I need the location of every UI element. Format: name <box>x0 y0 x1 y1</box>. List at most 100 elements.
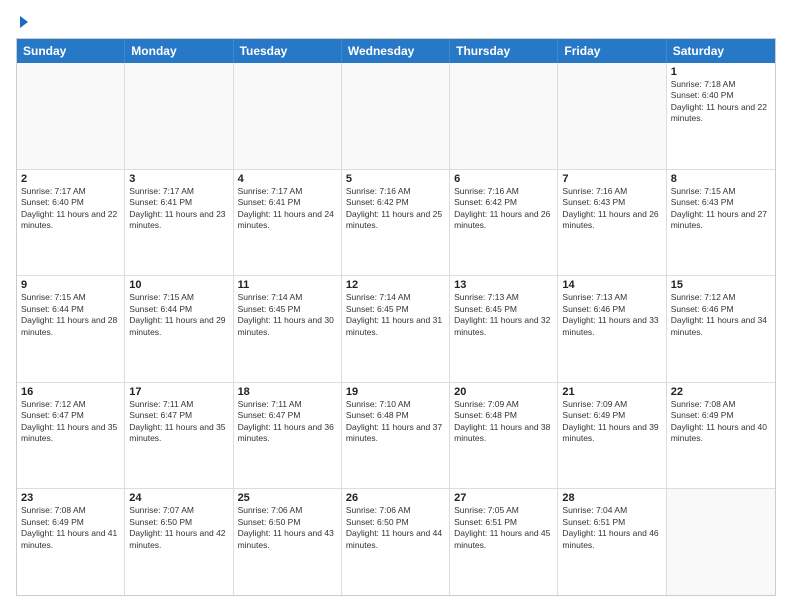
logo-blue <box>16 16 28 28</box>
day-info: Sunrise: 7:09 AM Sunset: 6:48 PM Dayligh… <box>454 399 553 445</box>
day-info: Sunrise: 7:07 AM Sunset: 6:50 PM Dayligh… <box>129 505 228 551</box>
calendar-header-day: Monday <box>125 39 233 63</box>
day-info: Sunrise: 7:11 AM Sunset: 6:47 PM Dayligh… <box>129 399 228 445</box>
day-number: 6 <box>454 173 553 185</box>
day-number: 26 <box>346 492 445 504</box>
calendar-cell: 7Sunrise: 7:16 AM Sunset: 6:43 PM Daylig… <box>558 170 666 276</box>
calendar-cell: 9Sunrise: 7:15 AM Sunset: 6:44 PM Daylig… <box>17 276 125 382</box>
day-info: Sunrise: 7:15 AM Sunset: 6:44 PM Dayligh… <box>129 292 228 338</box>
day-info: Sunrise: 7:16 AM Sunset: 6:43 PM Dayligh… <box>562 186 661 232</box>
calendar-cell: 17Sunrise: 7:11 AM Sunset: 6:47 PM Dayli… <box>125 383 233 489</box>
day-info: Sunrise: 7:17 AM Sunset: 6:40 PM Dayligh… <box>21 186 120 232</box>
day-number: 15 <box>671 279 771 291</box>
day-number: 7 <box>562 173 661 185</box>
calendar-cell: 16Sunrise: 7:12 AM Sunset: 6:47 PM Dayli… <box>17 383 125 489</box>
logo <box>16 16 28 28</box>
calendar-cell: 19Sunrise: 7:10 AM Sunset: 6:48 PM Dayli… <box>342 383 450 489</box>
day-number: 1 <box>671 66 771 78</box>
calendar-cell: 1Sunrise: 7:18 AM Sunset: 6:40 PM Daylig… <box>667 63 775 169</box>
calendar-cell <box>667 489 775 595</box>
header <box>16 16 776 28</box>
day-info: Sunrise: 7:06 AM Sunset: 6:50 PM Dayligh… <box>238 505 337 551</box>
calendar-cell: 23Sunrise: 7:08 AM Sunset: 6:49 PM Dayli… <box>17 489 125 595</box>
day-number: 9 <box>21 279 120 291</box>
day-number: 13 <box>454 279 553 291</box>
calendar-header-day: Thursday <box>450 39 558 63</box>
calendar-header-day: Wednesday <box>342 39 450 63</box>
calendar-cell: 28Sunrise: 7:04 AM Sunset: 6:51 PM Dayli… <box>558 489 666 595</box>
calendar-cell: 21Sunrise: 7:09 AM Sunset: 6:49 PM Dayli… <box>558 383 666 489</box>
calendar-cell: 15Sunrise: 7:12 AM Sunset: 6:46 PM Dayli… <box>667 276 775 382</box>
calendar-cell <box>234 63 342 169</box>
day-number: 21 <box>562 386 661 398</box>
day-number: 14 <box>562 279 661 291</box>
day-info: Sunrise: 7:18 AM Sunset: 6:40 PM Dayligh… <box>671 79 771 125</box>
calendar-header-day: Friday <box>558 39 666 63</box>
day-info: Sunrise: 7:10 AM Sunset: 6:48 PM Dayligh… <box>346 399 445 445</box>
day-info: Sunrise: 7:12 AM Sunset: 6:46 PM Dayligh… <box>671 292 771 338</box>
day-number: 19 <box>346 386 445 398</box>
day-info: Sunrise: 7:15 AM Sunset: 6:43 PM Dayligh… <box>671 186 771 232</box>
calendar-header-day: Tuesday <box>234 39 342 63</box>
day-info: Sunrise: 7:12 AM Sunset: 6:47 PM Dayligh… <box>21 399 120 445</box>
day-info: Sunrise: 7:08 AM Sunset: 6:49 PM Dayligh… <box>21 505 120 551</box>
calendar-header-day: Saturday <box>667 39 775 63</box>
day-number: 20 <box>454 386 553 398</box>
calendar-cell <box>450 63 558 169</box>
day-info: Sunrise: 7:13 AM Sunset: 6:45 PM Dayligh… <box>454 292 553 338</box>
day-info: Sunrise: 7:08 AM Sunset: 6:49 PM Dayligh… <box>671 399 771 445</box>
calendar-cell: 2Sunrise: 7:17 AM Sunset: 6:40 PM Daylig… <box>17 170 125 276</box>
calendar-cell: 12Sunrise: 7:14 AM Sunset: 6:45 PM Dayli… <box>342 276 450 382</box>
day-number: 16 <box>21 386 120 398</box>
day-number: 22 <box>671 386 771 398</box>
day-number: 11 <box>238 279 337 291</box>
logo-arrow-icon <box>20 16 28 28</box>
calendar-cell: 20Sunrise: 7:09 AM Sunset: 6:48 PM Dayli… <box>450 383 558 489</box>
calendar-cell: 27Sunrise: 7:05 AM Sunset: 6:51 PM Dayli… <box>450 489 558 595</box>
calendar-body: 1Sunrise: 7:18 AM Sunset: 6:40 PM Daylig… <box>17 63 775 595</box>
calendar-cell: 14Sunrise: 7:13 AM Sunset: 6:46 PM Dayli… <box>558 276 666 382</box>
calendar-cell: 8Sunrise: 7:15 AM Sunset: 6:43 PM Daylig… <box>667 170 775 276</box>
day-number: 25 <box>238 492 337 504</box>
day-info: Sunrise: 7:04 AM Sunset: 6:51 PM Dayligh… <box>562 505 661 551</box>
calendar-cell: 5Sunrise: 7:16 AM Sunset: 6:42 PM Daylig… <box>342 170 450 276</box>
day-number: 18 <box>238 386 337 398</box>
calendar-cell: 13Sunrise: 7:13 AM Sunset: 6:45 PM Dayli… <box>450 276 558 382</box>
calendar-cell: 11Sunrise: 7:14 AM Sunset: 6:45 PM Dayli… <box>234 276 342 382</box>
calendar-cell <box>558 63 666 169</box>
calendar-week-row: 23Sunrise: 7:08 AM Sunset: 6:49 PM Dayli… <box>17 489 775 595</box>
day-number: 8 <box>671 173 771 185</box>
calendar-week-row: 16Sunrise: 7:12 AM Sunset: 6:47 PM Dayli… <box>17 383 775 490</box>
day-number: 23 <box>21 492 120 504</box>
calendar-cell: 25Sunrise: 7:06 AM Sunset: 6:50 PM Dayli… <box>234 489 342 595</box>
calendar-week-row: 2Sunrise: 7:17 AM Sunset: 6:40 PM Daylig… <box>17 170 775 277</box>
calendar-week-row: 9Sunrise: 7:15 AM Sunset: 6:44 PM Daylig… <box>17 276 775 383</box>
day-info: Sunrise: 7:13 AM Sunset: 6:46 PM Dayligh… <box>562 292 661 338</box>
day-info: Sunrise: 7:05 AM Sunset: 6:51 PM Dayligh… <box>454 505 553 551</box>
day-info: Sunrise: 7:16 AM Sunset: 6:42 PM Dayligh… <box>454 186 553 232</box>
day-info: Sunrise: 7:11 AM Sunset: 6:47 PM Dayligh… <box>238 399 337 445</box>
calendar-cell: 22Sunrise: 7:08 AM Sunset: 6:49 PM Dayli… <box>667 383 775 489</box>
calendar-header: SundayMondayTuesdayWednesdayThursdayFrid… <box>17 39 775 63</box>
day-number: 28 <box>562 492 661 504</box>
day-number: 3 <box>129 173 228 185</box>
day-info: Sunrise: 7:16 AM Sunset: 6:42 PM Dayligh… <box>346 186 445 232</box>
calendar-cell: 10Sunrise: 7:15 AM Sunset: 6:44 PM Dayli… <box>125 276 233 382</box>
day-number: 5 <box>346 173 445 185</box>
calendar-cell: 4Sunrise: 7:17 AM Sunset: 6:41 PM Daylig… <box>234 170 342 276</box>
calendar-cell: 18Sunrise: 7:11 AM Sunset: 6:47 PM Dayli… <box>234 383 342 489</box>
calendar-cell <box>125 63 233 169</box>
day-number: 17 <box>129 386 228 398</box>
day-info: Sunrise: 7:09 AM Sunset: 6:49 PM Dayligh… <box>562 399 661 445</box>
day-info: Sunrise: 7:17 AM Sunset: 6:41 PM Dayligh… <box>129 186 228 232</box>
calendar-cell: 3Sunrise: 7:17 AM Sunset: 6:41 PM Daylig… <box>125 170 233 276</box>
day-number: 10 <box>129 279 228 291</box>
calendar-cell: 26Sunrise: 7:06 AM Sunset: 6:50 PM Dayli… <box>342 489 450 595</box>
calendar-cell: 6Sunrise: 7:16 AM Sunset: 6:42 PM Daylig… <box>450 170 558 276</box>
day-number: 12 <box>346 279 445 291</box>
day-info: Sunrise: 7:06 AM Sunset: 6:50 PM Dayligh… <box>346 505 445 551</box>
day-info: Sunrise: 7:17 AM Sunset: 6:41 PM Dayligh… <box>238 186 337 232</box>
day-info: Sunrise: 7:15 AM Sunset: 6:44 PM Dayligh… <box>21 292 120 338</box>
day-number: 4 <box>238 173 337 185</box>
calendar-cell: 24Sunrise: 7:07 AM Sunset: 6:50 PM Dayli… <box>125 489 233 595</box>
